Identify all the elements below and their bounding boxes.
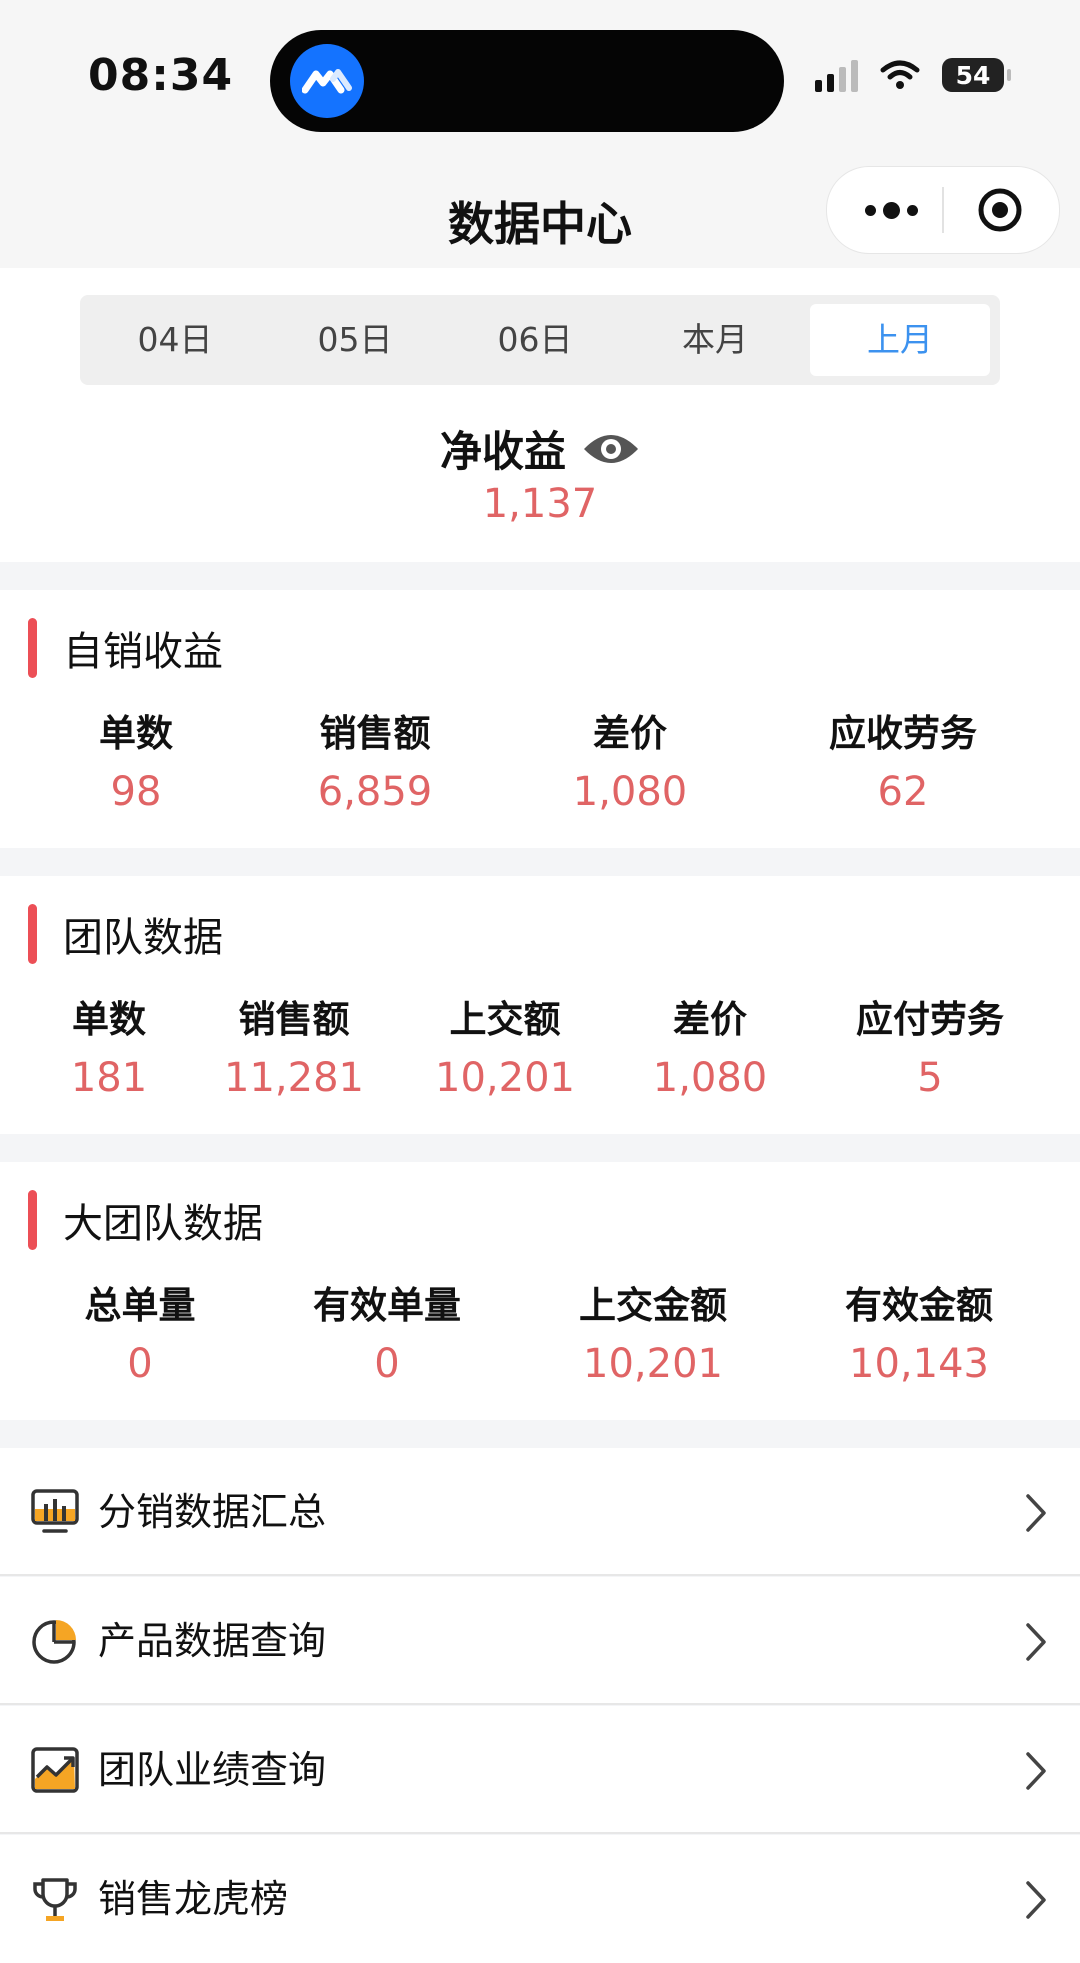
metric-value: 10,201	[435, 1055, 575, 1101]
metric-value: 10,201	[583, 1341, 723, 1387]
eye-icon[interactable]	[582, 429, 640, 469]
net-income-label: 净收益	[439, 427, 566, 476]
app-logo-icon	[290, 44, 364, 118]
metric-label: 差价	[592, 712, 667, 755]
mini-program-capsule	[826, 166, 1060, 254]
metric-label: 应收劳务	[829, 712, 977, 755]
net-income-value: 1,137	[482, 481, 598, 527]
big-team-section: 大团队数据 总单量 0 有效单量 0 上交金额 10,201 有效金额 10,1…	[0, 1162, 1080, 1420]
more-dot-icon	[906, 204, 918, 216]
status-icons: 54	[815, 58, 1011, 92]
menu-item-label: 产品数据查询	[98, 1619, 327, 1663]
metric-valid-orders: 有效单量 0	[313, 1278, 461, 1394]
metric-label: 有效金额	[845, 1284, 993, 1327]
menu-item-label: 团队业绩查询	[98, 1748, 327, 1792]
metric-value: 0	[374, 1341, 400, 1387]
section-title: 自销收益	[63, 629, 223, 675]
metric-price-diff: 差价 1,080	[573, 706, 688, 822]
section-header: 大团队数据	[28, 1190, 263, 1250]
more-dot-icon	[882, 201, 900, 219]
menu-divider	[0, 1574, 1080, 1576]
metric-label: 单数	[71, 998, 146, 1041]
metric-submitted: 上交额 10,201	[435, 992, 575, 1108]
section-title: 大团队数据	[63, 1201, 263, 1247]
section-marker	[28, 1190, 37, 1250]
pie-chart-icon	[32, 1620, 76, 1664]
menu-divider	[0, 1703, 1080, 1705]
metric-total-orders: 总单量 0	[85, 1278, 196, 1394]
metric-value: 5	[917, 1055, 943, 1101]
metric-value: 1,080	[652, 1055, 768, 1101]
metric-orders: 单数 98	[99, 706, 173, 822]
battery-icon: 54	[942, 58, 1011, 92]
metric-label: 差价	[672, 998, 747, 1041]
tab-04[interactable]: 04日	[85, 304, 265, 376]
status-time: 08:34	[88, 50, 234, 101]
metric-valid-amount: 有效金额 10,143	[845, 1278, 993, 1394]
metric-orders: 单数 181	[71, 992, 147, 1108]
chevron-right-icon	[1026, 1623, 1046, 1661]
menu-item-label: 销售龙虎榜	[98, 1877, 289, 1921]
menu-item-label: 分销数据汇总	[98, 1490, 327, 1534]
menu-divider	[0, 1832, 1080, 1834]
cellular-signal-icon	[815, 58, 858, 92]
team-section: 团队数据 单数 181 销售额 11,281 上交额 10,201 差价 1,0…	[0, 876, 1080, 1134]
menu-item-distribution-summary[interactable]: 分销数据汇总	[0, 1448, 1080, 1576]
tab-05[interactable]: 05日	[265, 304, 445, 376]
wifi-icon	[880, 60, 920, 89]
section-marker	[28, 904, 37, 964]
tab-this-month[interactable]: 本月	[625, 304, 805, 376]
self-sales-section: 自销收益 单数 98 销售额 6,859 差价 1,080 应收劳务 62	[0, 590, 1080, 848]
tab-06[interactable]: 06日	[445, 304, 625, 376]
capsule-divider	[942, 187, 944, 233]
metric-value: 98	[110, 769, 162, 815]
close-miniprogram-button[interactable]	[977, 187, 1023, 233]
metric-value: 11,281	[224, 1055, 364, 1101]
more-dot-icon	[864, 204, 876, 216]
menu-item-sales-ranking[interactable]: 销售龙虎榜	[0, 1835, 1080, 1963]
metric-labor-payable: 应付劳务 5	[856, 992, 1004, 1108]
metric-labor-receivable: 应收劳务 62	[829, 706, 977, 822]
metric-label: 销售额	[238, 998, 350, 1041]
chevron-right-icon	[1026, 1881, 1046, 1919]
metric-submitted-amount: 上交金额 10,201	[579, 1278, 727, 1394]
metric-label: 有效单量	[313, 1284, 461, 1327]
section-marker	[28, 618, 37, 678]
chevron-right-icon	[1026, 1494, 1046, 1532]
metric-value: 1,080	[572, 769, 688, 815]
menu-item-product-query[interactable]: 产品数据查询	[0, 1577, 1080, 1705]
metric-label: 上交金额	[579, 1284, 727, 1327]
chevron-right-icon	[1026, 1752, 1046, 1790]
metric-value: 0	[127, 1341, 153, 1387]
metric-price-diff: 差价 1,080	[653, 992, 768, 1108]
metric-label: 销售额	[319, 712, 431, 755]
metric-label: 上交额	[449, 998, 561, 1041]
metric-label: 单数	[99, 712, 173, 755]
section-header: 团队数据	[28, 904, 223, 964]
metric-value: 10,143	[849, 1341, 989, 1387]
metric-label: 应付劳务	[856, 998, 1004, 1041]
summary-section: 04日 05日 06日 本月 上月 净收益 1,137	[0, 268, 1080, 562]
trophy-icon	[33, 1878, 77, 1921]
more-button[interactable]	[851, 183, 931, 237]
metric-value: 181	[70, 1055, 148, 1101]
section-header: 自销收益	[28, 618, 223, 678]
net-income-header: 净收益	[0, 418, 1080, 479]
metric-sales: 销售额 6,859	[318, 706, 433, 822]
nav-bar: 数据中心	[0, 160, 1080, 268]
dynamic-island	[270, 30, 784, 132]
trend-chart-icon	[31, 1747, 79, 1793]
tab-last-month[interactable]: 上月	[810, 304, 990, 376]
metric-label: 总单量	[84, 1284, 196, 1327]
metric-value: 62	[877, 769, 929, 815]
status-bar: 08:34 54	[0, 0, 1080, 160]
section-title: 团队数据	[63, 915, 223, 961]
bar-chart-icon	[31, 1489, 79, 1533]
metric-sales: 销售额 11,281	[224, 992, 364, 1108]
menu-item-team-performance[interactable]: 团队业绩查询	[0, 1706, 1080, 1834]
date-tabs: 04日 05日 06日 本月 上月	[80, 295, 1000, 385]
metric-value: 6,859	[317, 769, 433, 815]
